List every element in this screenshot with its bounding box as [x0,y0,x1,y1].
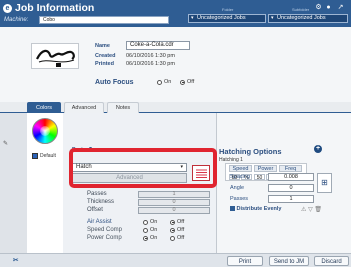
tab-notes[interactable]: Notes [107,102,139,113]
subfolder-label: Subfolder [292,7,310,12]
name-label: Name [95,43,110,49]
speed-comp-off-radio[interactable]: Off [170,227,184,233]
speed-comp-label: Speed Comp [87,227,123,233]
hatch-tools: ⚠ ▽ 🗑 [301,206,322,213]
created-value: 06/10/2016 1:30 pm [126,53,175,59]
speed-comp-on-radio[interactable]: On [143,227,157,233]
machine-label: Machine: [4,17,29,23]
thickness-label: Thickness [87,199,115,205]
folder-label: Folder [222,7,234,12]
hatching-options-title: Hatching Options [219,147,282,156]
autofocus-label: Auto Focus [95,79,134,86]
default-color-swatch[interactable] [32,153,38,159]
air-assist-on-radio[interactable]: On [143,219,157,225]
chevron-down-icon: ▾ [191,15,194,21]
speed-column-header: Speed [229,165,252,172]
subfolder-select[interactable]: ▾ Uncategorized Jobs [268,14,348,23]
coca-cola-logo-icon [34,46,78,68]
angle-label: Angle [230,185,245,191]
offset-label: Offset [87,207,103,213]
machine-select[interactable]: Cobo [39,16,169,24]
freq-column-header: Freq [279,165,302,172]
edit-pencil-icon[interactable]: ✎ [3,140,8,147]
angle-input[interactable]: 0 [268,184,314,192]
air-assist-label: Air Assist [87,219,112,225]
power-value-input[interactable]: 50 [254,174,265,181]
raster-type-label: Raster Type [72,147,101,153]
air-assist-off-radio[interactable]: Off [170,219,184,225]
color-wheel-icon[interactable] [32,118,58,144]
share-icon[interactable]: ↗ [337,4,344,11]
hatch-passes-label: Passes [230,196,249,202]
filter-icon[interactable]: ▽ [308,207,313,213]
printed-label: Printed [95,61,114,67]
user-icon[interactable]: ● [325,4,332,11]
hatch-direction-icon[interactable]: ⊞ [317,173,332,193]
move-up-icon[interactable]: ⚠ [301,207,306,213]
app-logo-icon: e [3,4,12,13]
hatch-pattern-preview-icon [192,165,210,181]
thickness-input[interactable]: 0 [138,199,210,206]
power-comp-label: Power Comp [87,235,122,241]
spacing-label: Spacing [230,174,250,180]
folder-select[interactable]: ▾ Uncategorized Jobs [188,14,266,23]
discard-button[interactable]: Discard [314,256,349,266]
raster-advanced-button[interactable]: Advanced [72,173,187,183]
offset-input[interactable]: 0 [138,207,210,214]
printed-value: 06/10/2016 1:30 pm [126,61,175,67]
scissors-icon[interactable]: ✂ [13,256,18,264]
distribute-evenly-checkbox[interactable]: Distribute Evenly [230,206,281,212]
chevron-down-icon: ▾ [271,15,274,21]
passes-input[interactable]: 1 [138,191,210,198]
delete-icon[interactable]: 🗑 [314,207,322,213]
created-label: Created [95,53,116,59]
tab-colors[interactable]: Colors [27,102,61,113]
power-column-header: Power [254,165,277,172]
power-comp-off-radio[interactable]: Off [170,235,184,241]
job-name-input[interactable]: Coke-a-Cola.cdr [126,41,190,50]
tab-advanced[interactable]: Advanced [64,102,104,113]
job-thumbnail [31,43,79,69]
left-strip [0,113,30,253]
passes-label: Passes [87,191,107,197]
window-title: Job Information [15,2,95,14]
hatch-passes-input[interactable]: 1 [268,195,314,203]
default-color-label: Default [40,153,56,159]
autofocus-off-radio[interactable]: Off [180,79,194,85]
autofocus-on-radio[interactable]: On [157,79,171,85]
print-button[interactable]: Print [227,256,263,266]
settings-icon[interactable]: ⚙ [315,4,322,11]
add-hatching-icon[interactable]: + [314,145,322,153]
chevron-down-icon: ▾ [180,164,183,170]
raster-type-select[interactable]: Hatch ▾ [72,163,187,172]
send-to-jm-button[interactable]: Send to JM [269,256,309,266]
title-bar: e Job Information Machine: Cobo Folder S… [0,0,351,27]
spacing-input[interactable]: 0.008 [268,173,314,181]
power-comp-on-radio[interactable]: On [143,235,157,241]
